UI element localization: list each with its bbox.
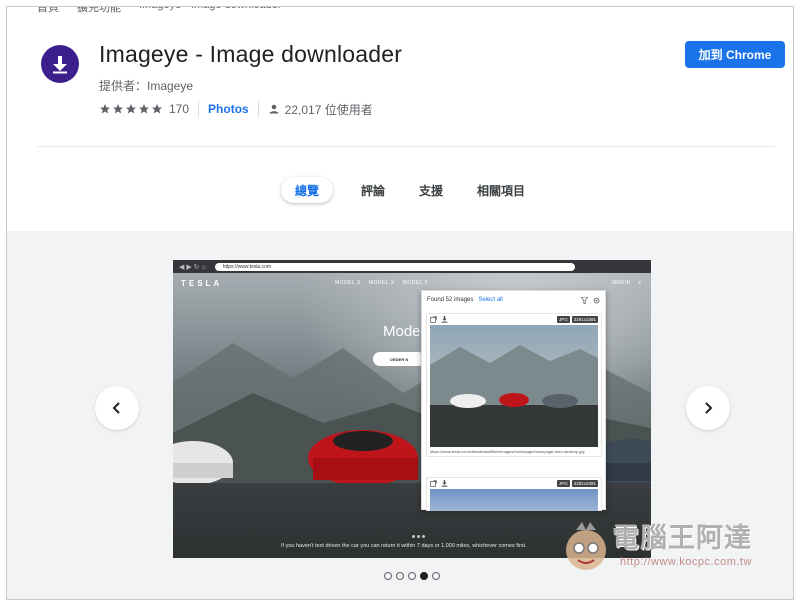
chevron-right-icon bbox=[705, 402, 713, 414]
store-page: 首頁 擴充功能 Imageye - Image downloader Image… bbox=[6, 6, 794, 600]
star-icon bbox=[113, 104, 123, 114]
hero-caption: If you haven't test driven the car you c… bbox=[281, 543, 527, 549]
header-divider bbox=[37, 146, 775, 147]
star-icon bbox=[152, 104, 162, 114]
star-icon bbox=[100, 104, 110, 114]
image-card-toolbar: JPG 3281x2391 bbox=[427, 478, 601, 489]
cars-preview-image bbox=[430, 345, 598, 447]
pager-dot[interactable] bbox=[384, 572, 392, 580]
hero-dots bbox=[412, 535, 425, 538]
extension-meta: 170 Photos 22,017 位使用者 bbox=[99, 101, 373, 117]
meta-divider bbox=[257, 101, 259, 117]
open-external-icon bbox=[430, 480, 437, 487]
gallery-prev-button[interactable] bbox=[95, 386, 139, 430]
download-icon bbox=[441, 316, 448, 323]
tesla-nav-item: MODEL 3 bbox=[402, 280, 428, 286]
imageye-popup: Found 52 images Select all JPG 3281x2391… bbox=[421, 290, 606, 511]
breadcrumb-extensions[interactable]: 擴充功能 bbox=[77, 7, 121, 15]
breadcrumb-home[interactable]: 首頁 bbox=[37, 7, 59, 15]
popup-tools bbox=[581, 296, 600, 304]
tesla-nav-item: MODEL S bbox=[335, 280, 361, 286]
tesla-sign-in: SIGN IN bbox=[611, 280, 631, 286]
pager-dot[interactable] bbox=[432, 572, 440, 580]
extension-logo bbox=[41, 45, 79, 83]
tesla-nav: MODEL S MODEL X MODEL 3 bbox=[335, 280, 428, 286]
user-icon bbox=[269, 104, 279, 114]
tab-related[interactable]: 相關項目 bbox=[463, 177, 539, 203]
tab-reviews[interactable]: 評論 bbox=[347, 177, 399, 203]
image-size-badge: 3281x2391 bbox=[571, 316, 598, 323]
pager-dot[interactable] bbox=[408, 572, 416, 580]
image-url: https://www.tesla.com/sites/default/file… bbox=[430, 449, 585, 454]
download-icon bbox=[53, 56, 67, 74]
breadcrumb-current: Imageye - Image downloader bbox=[139, 7, 281, 15]
image-badges: JPG 3281x2391 bbox=[556, 316, 598, 323]
hero-title: Mode bbox=[383, 323, 421, 340]
breadcrumb: 首頁 擴充功能 Imageye - Image downloader bbox=[37, 7, 281, 15]
gallery-next-button[interactable] bbox=[686, 386, 730, 430]
tab-bar: 總覽 評論 支援 相關項目 bbox=[281, 177, 545, 203]
gear-icon bbox=[593, 297, 600, 303]
download-icon bbox=[441, 480, 448, 487]
pager-dot-active[interactable] bbox=[420, 572, 428, 580]
watermark-text: 電腦王阿達 bbox=[612, 523, 752, 554]
star-icon bbox=[139, 104, 149, 114]
image-card: JPG 3281x2391 bbox=[426, 313, 602, 457]
browser-nav-icon: ◀ ▶ ↻ ⌂ bbox=[179, 263, 206, 271]
tab-support[interactable]: 支援 bbox=[405, 177, 457, 203]
provider-label[interactable]: 提供者：Imageye bbox=[99, 77, 193, 94]
rating-stars[interactable] bbox=[99, 103, 163, 115]
tesla-account-nav: SIGN IN ≡ bbox=[611, 280, 641, 286]
gallery-pager bbox=[384, 572, 440, 580]
order-button: ORDER N bbox=[373, 352, 425, 366]
image-size-badge: 3281x2391 bbox=[571, 480, 598, 487]
popup-header: Found 52 images Select all bbox=[422, 291, 605, 309]
browser-url-bar: https://www.tesla.com bbox=[214, 262, 575, 271]
image-type-badge: JPG bbox=[556, 480, 570, 487]
meta-divider bbox=[198, 101, 200, 117]
add-to-chrome-button[interactable]: 加到 Chrome bbox=[685, 41, 785, 68]
image-preview bbox=[430, 325, 598, 447]
image-badges: JPG 3281x2391 bbox=[556, 480, 598, 487]
site-watermark: 電腦王阿達 http://www.kocpc.com.tw bbox=[560, 512, 792, 584]
image-card: JPG 3281x2391 bbox=[426, 477, 602, 511]
pager-dot[interactable] bbox=[396, 572, 404, 580]
tesla-menu-icon: ≡ bbox=[638, 280, 641, 286]
watermark-url: http://www.kocpc.com.tw bbox=[620, 556, 752, 568]
page-title: Imageye - Image downloader bbox=[99, 41, 403, 67]
tesla-logo: TESLA bbox=[181, 279, 223, 288]
browser-toolbar: ◀ ▶ ↻ ⌂ https://www.tesla.com bbox=[173, 260, 651, 273]
category-link[interactable]: Photos bbox=[208, 102, 249, 116]
image-card-toolbar: JPG 3281x2391 bbox=[427, 314, 601, 325]
found-count: Found 52 images bbox=[427, 297, 474, 303]
image-type-badge: JPG bbox=[556, 316, 570, 323]
select-all-link: Select all bbox=[478, 297, 503, 303]
user-count: 22,017 位使用者 bbox=[284, 102, 373, 117]
open-external-icon bbox=[430, 316, 437, 323]
rating-count[interactable]: 170 bbox=[169, 102, 189, 116]
tesla-nav-item: MODEL X bbox=[368, 280, 395, 286]
image-preview bbox=[430, 489, 598, 511]
star-icon bbox=[126, 104, 136, 114]
chevron-left-icon bbox=[112, 402, 120, 414]
mascot-logo bbox=[566, 522, 606, 570]
tab-overview[interactable]: 總覽 bbox=[281, 177, 333, 203]
filter-icon bbox=[581, 296, 588, 304]
